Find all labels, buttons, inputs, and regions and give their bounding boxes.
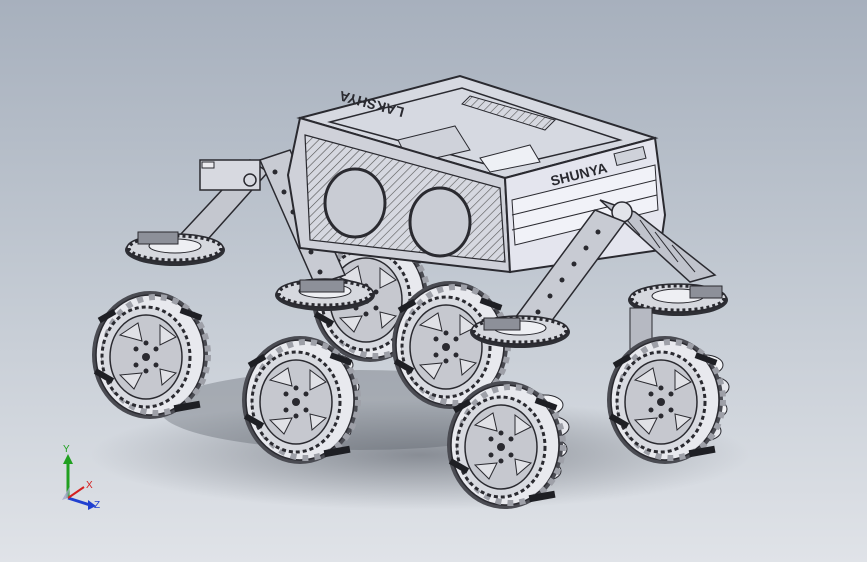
- rover-model[interactable]: LAKSHYA SHUNYA Y X Z: [0, 0, 867, 562]
- x-axis-label: X: [86, 480, 93, 491]
- y-axis-label: Y: [63, 444, 70, 455]
- camera-lens-left: [323, 167, 387, 239]
- 3d-viewport[interactable]: LAKSHYA SHUNYA Y X Z: [0, 0, 867, 562]
- wheel-front-left[interactable]: [242, 336, 359, 464]
- leg-rear-left[interactable]: [123, 159, 270, 268]
- z-axis-line: [67, 496, 91, 507]
- y-axis-arrow: [63, 454, 73, 464]
- z-axis-label: Z: [94, 500, 100, 511]
- x-axis-line: [67, 486, 85, 499]
- wheel-rear-left[interactable]: [92, 291, 208, 419]
- camera-lens-right: [408, 186, 472, 258]
